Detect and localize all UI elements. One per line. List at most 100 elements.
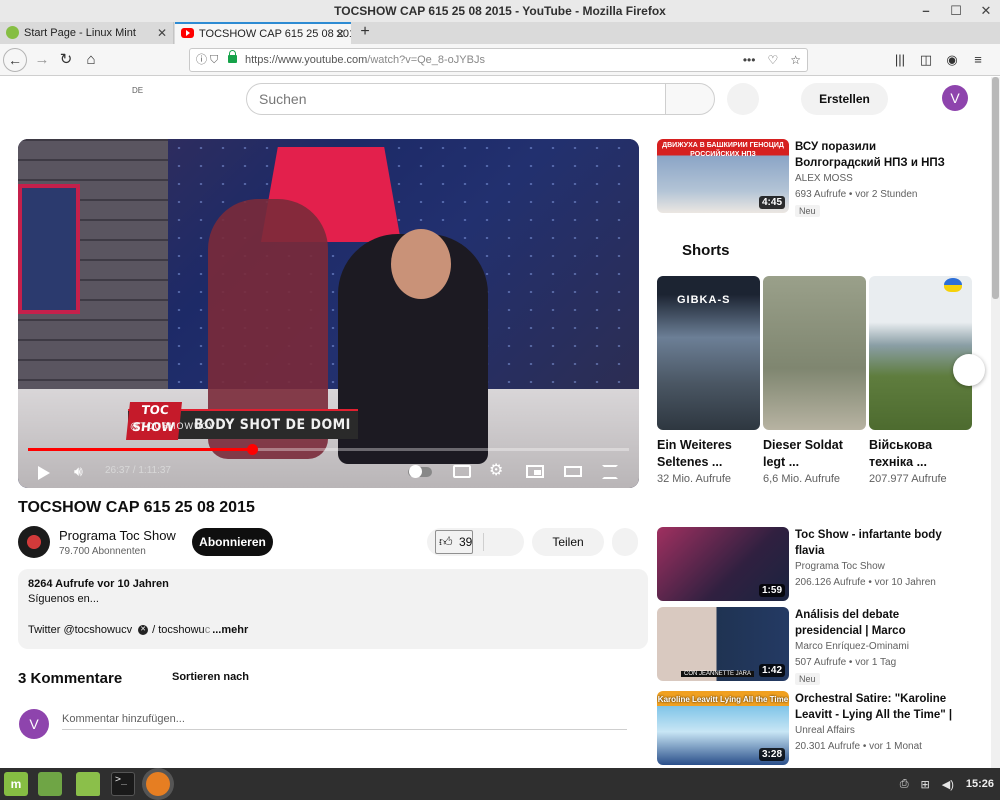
autoplay-toggle[interactable] <box>408 465 432 478</box>
thumbnail-text: ДВИЖУХА В БАШКИРИИ ГЕНОЦИД РОССИЙСКИХ НП… <box>662 142 784 158</box>
url-bar[interactable]: ⓘ ⛉ https://www.youtube.com/watch?v=Qe_8… <box>189 48 808 72</box>
shorts-next-button[interactable] <box>953 354 985 386</box>
printer-icon[interactable]: ⎙ <box>900 778 909 791</box>
home-button[interactable]: ⌂ <box>79 48 103 72</box>
voice-search-button[interactable] <box>727 83 759 115</box>
files-folder-icon[interactable] <box>76 772 100 796</box>
theater-mode-icon[interactable] <box>564 466 582 477</box>
search-button[interactable] <box>665 83 715 115</box>
minimize-icon[interactable]: – <box>918 0 934 22</box>
recommendation-title[interactable]: Toc Show - infartante body flavia <box>795 527 960 559</box>
short-title[interactable]: Dieser Soldat legt ... <box>763 437 866 471</box>
settings-gear-icon[interactable]: ⚙ <box>489 460 503 482</box>
show-more-link[interactable]: ...mehr <box>212 624 248 636</box>
tab-strip: Start Page - Linux Mint ✕ TOCSHOW CAP 61… <box>0 22 1000 44</box>
account-icon[interactable]: ◉ <box>944 48 960 72</box>
video-player[interactable]: TOC SHOW BODY SHOT DE DOMI @TOCSHOWUCV 🔊… <box>18 139 639 488</box>
short-thumbnail[interactable] <box>869 276 972 430</box>
window-controls: – ☐ ✕ <box>918 0 994 22</box>
recommendation-channel[interactable]: Unreal Affairs <box>795 725 855 736</box>
recommendation-item[interactable]: CON JEANNETTE JARA 1:42 Análisis del deb… <box>657 607 977 685</box>
url-path: /watch?v=Qe_8-oJYBJs <box>367 54 485 66</box>
like-button[interactable]: 👍︎ 39 <box>435 530 473 554</box>
recommendation-title[interactable]: ВСУ поразили Волгоградский НПЗ и НПЗ «Га… <box>795 139 960 171</box>
short-title[interactable]: Військова техніка ... <box>869 437 972 471</box>
subtitles-icon[interactable] <box>453 465 471 478</box>
short-thumbnail[interactable] <box>763 276 866 430</box>
hamburger-menu-icon[interactable]: ≡ <box>970 48 986 72</box>
progress-scrubber[interactable] <box>246 444 258 455</box>
description-box[interactable]: 8264 Aufrufe vor 10 Jahren Síguenos en..… <box>18 569 648 649</box>
sort-comments-button[interactable]: Sortieren nach <box>172 671 249 683</box>
video-thumbnail[interactable]: Karoline Leavitt Lying All the Time 3:28 <box>657 691 789 765</box>
tab-start-page[interactable]: Start Page - Linux Mint ✕ <box>0 22 174 44</box>
short-thumbnail[interactable]: GIBKA-S <box>657 276 760 430</box>
back-button[interactable]: ← <box>3 48 27 72</box>
clock[interactable]: 15:26 <box>966 778 994 790</box>
new-tab-button[interactable]: + <box>355 22 375 44</box>
recommendation-channel[interactable]: Marco Enríquez-Ominami <box>795 641 909 652</box>
heart-flag-icon <box>944 278 962 292</box>
tab-close-icon[interactable]: ✕ <box>157 22 167 44</box>
youtube-header: DE Erstellen V <box>0 77 1000 123</box>
short-item[interactable]: GIBKA-S Ein Weiteres Seltenes ... 32 Mio… <box>657 276 760 487</box>
firefox-icon[interactable] <box>146 772 170 796</box>
pocket-icon[interactable]: ♡ <box>767 49 778 71</box>
page-scrollbar[interactable] <box>991 77 1000 768</box>
recommendation-channel[interactable]: ALEX MOSS <box>795 173 853 184</box>
miniplayer-icon[interactable] <box>526 465 544 478</box>
tab-close-icon[interactable]: ✕ <box>335 24 345 44</box>
search-input[interactable] <box>247 84 665 114</box>
scrollbar-thumb[interactable] <box>992 77 999 299</box>
maximize-icon[interactable]: ☐ <box>948 0 964 22</box>
short-title[interactable]: Ein Weiteres Seltenes ... <box>657 437 760 471</box>
library-icon[interactable]: ||| <box>892 48 908 72</box>
play-icon[interactable] <box>38 466 50 480</box>
volume-icon[interactable]: ◀) <box>942 778 954 791</box>
network-icon[interactable]: ⊞ <box>921 778 930 791</box>
comment-input[interactable] <box>62 708 627 730</box>
more-actions-button[interactable] <box>612 528 638 556</box>
account-avatar[interactable]: V <box>942 85 968 111</box>
short-item[interactable]: Dieser Soldat legt ... 6,6 Mio. Aufrufe <box>763 276 866 487</box>
video-thumbnail[interactable]: CON JEANNETTE JARA 1:42 <box>657 607 789 681</box>
new-badge: Neu <box>795 205 820 217</box>
comment-avatar: V <box>19 709 49 739</box>
recommendation-title[interactable]: Orchestral Satire: "Karoline Leavitt - L… <box>795 691 960 723</box>
player-controls: 🔊︎ 26:37 / 1:11:37 ⚙ <box>18 456 639 488</box>
close-icon[interactable]: ✕ <box>978 0 994 22</box>
terminal-icon[interactable]: >_ <box>111 772 135 796</box>
subscribe-button[interactable]: Abonnieren <box>192 528 273 556</box>
reload-button[interactable]: ↻ <box>54 48 78 72</box>
video-thumbnail[interactable]: ДВИЖУХА В БАШКИРИИ ГЕНОЦИД РОССИЙСКИХ НП… <box>657 139 789 213</box>
bookmark-star-icon[interactable]: ☆ <box>790 49 801 71</box>
share-button[interactable]: Teilen <box>532 528 604 556</box>
channel-avatar[interactable] <box>18 526 50 558</box>
recommendation-meta: 693 Aufrufe • vor 2 Stunden <box>795 189 918 200</box>
url-text[interactable]: https://www.youtube.com/watch?v=Qe_8-oJY… <box>245 49 485 71</box>
recommendation-channel[interactable]: Programa Toc Show <box>795 561 885 572</box>
site-info-icon[interactable]: ⓘ ⛉ <box>196 49 218 71</box>
video-thumbnail[interactable]: 1:59 <box>657 527 789 601</box>
linux-mint-menu-icon[interactable]: m <box>4 772 28 796</box>
short-item[interactable]: Військова техніка ... 207.977 Aufrufe <box>869 276 972 487</box>
volume-icon[interactable]: 🔊︎ <box>74 460 83 482</box>
progress-bar[interactable] <box>28 444 629 455</box>
forward-button[interactable]: → <box>30 48 54 72</box>
show-desktop-icon[interactable] <box>38 772 62 796</box>
channel-name[interactable]: Programa Toc Show <box>59 528 176 543</box>
recommendation-item[interactable]: Karoline Leavitt Lying All the Time 3:28… <box>657 691 977 767</box>
recommendation-item[interactable]: ДВИЖУХА В БАШКИРИИ ГЕНОЦИД РОССИЙСКИХ НП… <box>657 139 977 217</box>
sidebar-icon[interactable]: ◫ <box>918 48 934 72</box>
recommendation-title[interactable]: Análisis del debate presidencial | Marco… <box>795 607 960 639</box>
page-actions-icon[interactable]: ••• <box>743 49 756 71</box>
fullscreen-icon[interactable] <box>602 465 618 479</box>
tab-youtube-video[interactable]: TOCSHOW CAP 615 25 08 2015 ✕ <box>175 22 351 44</box>
like-divider <box>483 533 484 551</box>
short-views: 6,6 Mio. Aufrufe <box>763 473 841 485</box>
recommendation-item[interactable]: 1:59 Toc Show - infartante body flavia P… <box>657 527 977 603</box>
video-frame-head <box>391 229 451 299</box>
description-text: Twitter @tocshowucv <box>28 624 133 636</box>
video-frame-screen <box>18 184 80 314</box>
create-button[interactable]: Erstellen <box>801 83 888 115</box>
